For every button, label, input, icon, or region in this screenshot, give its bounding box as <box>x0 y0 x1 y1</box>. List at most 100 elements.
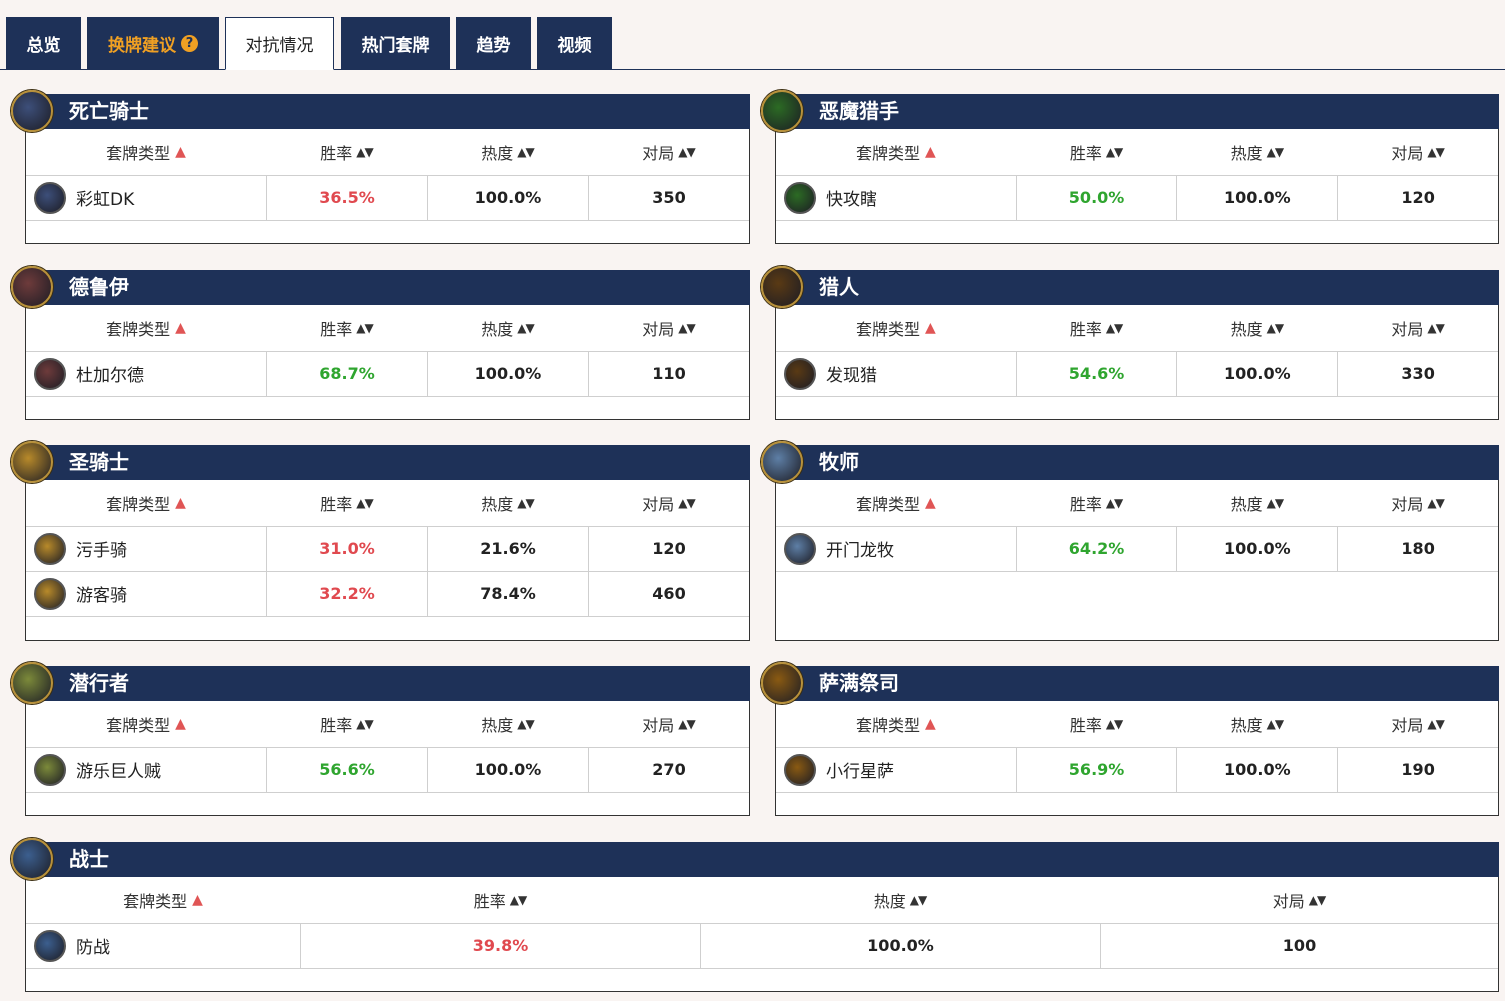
table-header: 套牌类型 ▲ 胜率 ▲▼ 热度 ▲▼ 对局 ▲▼ <box>776 129 1498 176</box>
column-header-games[interactable]: 对局 ▲▼ <box>1337 701 1498 747</box>
column-header-popularity[interactable]: 热度 ▲▼ <box>700 877 1100 923</box>
deck-name-cell[interactable]: 防战 <box>26 923 300 968</box>
column-header-popularity[interactable]: 热度 ▲▼ <box>427 305 588 351</box>
column-header-games[interactable]: 对局 ▲▼ <box>1100 877 1498 923</box>
class-title: 牧师 <box>775 445 1499 480</box>
column-header-label: 套牌类型 <box>106 716 171 735</box>
popularity-value: 100.0% <box>1224 188 1291 207</box>
deck-name-cell[interactable]: 快攻瞎 <box>776 175 1016 220</box>
table-row[interactable]: 彩虹DK 36.5% 100.0% 350 <box>26 175 749 221</box>
class-title: 恶魔猎手 <box>775 94 1499 129</box>
table-row[interactable]: 杜加尔德 68.7% 100.0% 110 <box>26 351 749 397</box>
class-panel: 萨满祭司 套牌类型 ▲ 胜率 ▲▼ 热度 ▲▼ 对局 ▲▼ 小行星萨 56.9% 100.0% 190 <box>761 662 1499 816</box>
sort-toggle-icon: ▲▼ <box>356 321 373 335</box>
column-header-deck-type[interactable]: 套牌类型 ▲ <box>26 877 300 923</box>
sort-ascending-icon: ▲ <box>175 495 186 511</box>
druid-class-icon <box>11 266 53 308</box>
column-header-popularity[interactable]: 热度 ▲▼ <box>427 129 588 175</box>
column-header-winrate[interactable]: 胜率 ▲▼ <box>266 701 427 747</box>
popularity-cell: 100.0% <box>427 175 588 220</box>
sort-toggle-icon: ▲▼ <box>1105 321 1123 335</box>
tab-overview[interactable]: 总览 <box>6 17 81 69</box>
sort-toggle-icon: ▲▼ <box>1427 496 1444 510</box>
popularity-cell: 100.0% <box>1176 526 1337 571</box>
column-header-deck-type[interactable]: 套牌类型 ▲ <box>776 480 1016 526</box>
deck-name-cell[interactable]: 发现猎 <box>776 351 1016 396</box>
deck-name-cell[interactable]: 开门龙牧 <box>776 526 1016 571</box>
column-header-games[interactable]: 对局 ▲▼ <box>588 129 749 175</box>
column-header-label: 胜率 <box>1069 495 1102 514</box>
column-header-label: 热度 <box>481 144 514 163</box>
column-header-winrate[interactable]: 胜率 ▲▼ <box>266 305 427 351</box>
table-row[interactable]: 污手骑 31.0% 21.6% 120 <box>26 526 749 572</box>
tab-trends[interactable]: 趋势 <box>456 17 531 69</box>
sort-toggle-icon: ▲▼ <box>356 145 373 159</box>
column-header-deck-type[interactable]: 套牌类型 ▲ <box>26 480 266 526</box>
popularity-value: 100.0% <box>474 760 542 779</box>
column-header-deck-type[interactable]: 套牌类型 ▲ <box>776 129 1016 175</box>
column-header-winrate[interactable]: 胜率 ▲▼ <box>266 129 427 175</box>
table-row[interactable]: 游客骑 32.2% 78.4% 460 <box>26 571 749 617</box>
column-header-popularity[interactable]: 热度 ▲▼ <box>427 480 588 526</box>
winrate-cell: 36.5% <box>266 175 427 220</box>
table-header: 套牌类型 ▲ 胜率 ▲▼ 热度 ▲▼ 对局 ▲▼ <box>776 480 1498 527</box>
sort-ascending-icon: ▲ <box>924 495 936 511</box>
popularity-value: 21.6% <box>480 539 536 558</box>
tab-label: 对抗情况 <box>245 36 314 56</box>
column-header-games[interactable]: 对局 ▲▼ <box>1337 129 1498 175</box>
help-icon[interactable]: ? <box>181 34 198 52</box>
table-row[interactable]: 小行星萨 56.9% 100.0% 190 <box>776 747 1498 793</box>
column-header-popularity[interactable]: 热度 ▲▼ <box>1176 305 1337 351</box>
column-header-winrate[interactable]: 胜率 ▲▼ <box>1016 480 1177 526</box>
deck-name-cell[interactable]: 游乐巨人贼 <box>26 747 266 792</box>
games-value: 100 <box>1282 936 1317 955</box>
column-header-popularity[interactable]: 热度 ▲▼ <box>1176 701 1337 747</box>
column-header-deck-type[interactable]: 套牌类型 ▲ <box>776 305 1016 351</box>
column-header-games[interactable]: 对局 ▲▼ <box>588 701 749 747</box>
column-header-winrate[interactable]: 胜率 ▲▼ <box>300 877 700 923</box>
column-header-popularity[interactable]: 热度 ▲▼ <box>427 701 588 747</box>
winrate-value: 36.5% <box>319 188 375 207</box>
tab-videos[interactable]: 视频 <box>537 17 612 69</box>
deck-name-cell[interactable]: 杜加尔德 <box>26 351 266 396</box>
matchup-table: 套牌类型 ▲ 胜率 ▲▼ 热度 ▲▼ 对局 ▲▼ 发现猎 54.6% 100.0% 330 <box>775 305 1499 420</box>
column-header-winrate[interactable]: 胜率 ▲▼ <box>1016 129 1177 175</box>
winrate-cell: 64.2% <box>1015 526 1177 571</box>
table-row[interactable]: 防战 39.8% 100.0% 100 <box>26 923 1498 969</box>
popularity-cell: 100.0% <box>1176 351 1337 396</box>
deck-name-cell[interactable]: 彩虹DK <box>26 175 266 220</box>
tab-matchups[interactable]: 对抗情况 <box>225 17 334 70</box>
class-panel: 圣骑士 套牌类型 ▲ 胜率 ▲▼ 热度 ▲▼ 对局 ▲▼ 污手骑 31.0% 21.6% 120 游客骑 3… <box>11 441 750 641</box>
tab-mulligan[interactable]: 换牌建议? <box>87 17 219 69</box>
table-row[interactable]: 游乐巨人贼 56.6% 100.0% 270 <box>26 747 749 793</box>
table-row[interactable]: 发现猎 54.6% 100.0% 330 <box>776 351 1498 397</box>
column-header-popularity[interactable]: 热度 ▲▼ <box>1176 129 1337 175</box>
matchup-table: 套牌类型 ▲ 胜率 ▲▼ 热度 ▲▼ 对局 ▲▼ 彩虹DK 36.5% 100.0% 350 <box>25 129 750 244</box>
table-row[interactable]: 快攻瞎 50.0% 100.0% 120 <box>776 175 1498 221</box>
column-header-deck-type[interactable]: 套牌类型 ▲ <box>26 701 266 747</box>
column-header-games[interactable]: 对局 ▲▼ <box>588 480 749 526</box>
deck-name-cell[interactable]: 游客骑 <box>26 571 266 616</box>
winrate-cell: 50.0% <box>1015 175 1177 220</box>
deck-name-cell[interactable]: 污手骑 <box>26 526 266 571</box>
warrior-deck-icon <box>34 929 66 962</box>
column-header-winrate[interactable]: 胜率 ▲▼ <box>1016 701 1177 747</box>
sort-toggle-icon: ▲▼ <box>356 496 373 510</box>
matchup-table: 套牌类型 ▲ 胜率 ▲▼ 热度 ▲▼ 对局 ▲▼ 快攻瞎 50.0% 100.0% 120 <box>775 129 1499 244</box>
class-panel: 恶魔猎手 套牌类型 ▲ 胜率 ▲▼ 热度 ▲▼ 对局 ▲▼ 快攻瞎 50.0% 100.0% 120 <box>761 90 1499 244</box>
tab-popular-decks[interactable]: 热门套牌 <box>341 17 450 69</box>
column-header-games[interactable]: 对局 ▲▼ <box>1337 305 1498 351</box>
column-header-deck-type[interactable]: 套牌类型 ▲ <box>26 129 266 175</box>
deck-name-cell[interactable]: 小行星萨 <box>776 747 1016 792</box>
column-header-winrate[interactable]: 胜率 ▲▼ <box>266 480 427 526</box>
column-header-popularity[interactable]: 热度 ▲▼ <box>1176 480 1337 526</box>
sort-toggle-icon: ▲▼ <box>356 717 373 731</box>
column-header-games[interactable]: 对局 ▲▼ <box>1337 480 1498 526</box>
table-row[interactable]: 开门龙牧 64.2% 100.0% 180 <box>776 526 1498 572</box>
column-header-deck-type[interactable]: 套牌类型 ▲ <box>776 701 1016 747</box>
column-header-winrate[interactable]: 胜率 ▲▼ <box>1016 305 1177 351</box>
sort-toggle-icon: ▲▼ <box>678 496 695 510</box>
sort-toggle-icon: ▲▼ <box>1427 717 1444 731</box>
column-header-deck-type[interactable]: 套牌类型 ▲ <box>26 305 266 351</box>
column-header-games[interactable]: 对局 ▲▼ <box>588 305 749 351</box>
